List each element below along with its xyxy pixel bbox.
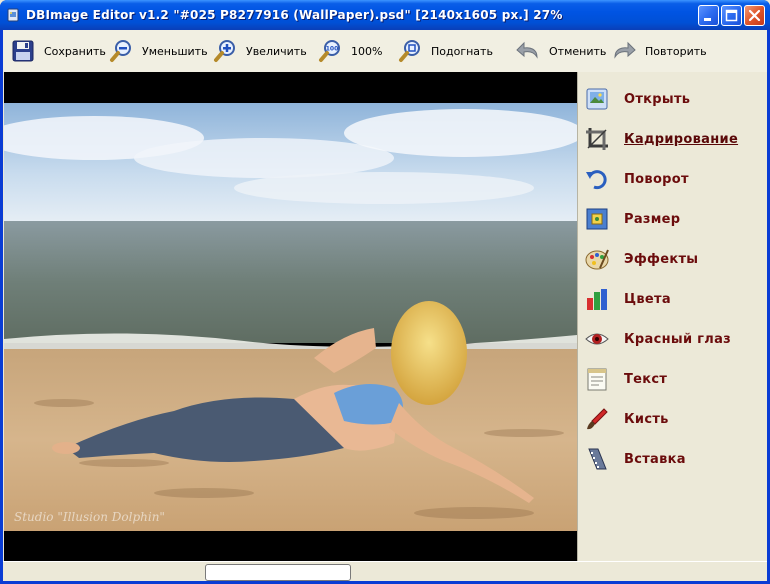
menu-item-crop[interactable]: Кадрирование [584,124,762,154]
image-canvas[interactable]: Studio "Illusion Dolphin" [4,72,577,561]
menu-label-open: Открыть [624,91,691,107]
app-icon [7,8,19,22]
status-bar [3,561,767,581]
open-image-icon [586,88,608,110]
menu-item-effects[interactable]: Эффекты [584,244,762,274]
menu-label-red-eye: Красный глаз [624,331,732,347]
zoom-100-label: 100% [351,44,383,58]
save-disk-icon [12,40,34,62]
menu-label-colors: Цвета [624,291,671,307]
menu-item-insert[interactable]: Вставка [584,444,762,474]
zoom-in-label: Увеличить [246,44,307,58]
rotate-icon [586,170,607,190]
maximize-icon [725,9,738,22]
zoom-out-icon [110,40,131,62]
menu-label-effects: Эффекты [624,251,699,267]
redo-arrow-icon [614,41,636,59]
toolbar: Сохранить Уменьшить Увеличить 100 100% П… [3,30,767,72]
beach-photo [4,103,577,531]
menu-item-text[interactable]: Текст [584,364,762,394]
window-title: DBImage Editor v1.2 "#025 P8277916 (Wall… [26,8,563,22]
resize-icon [586,208,608,230]
save-button[interactable]: Сохранить [11,38,106,64]
crop-icon [586,128,608,150]
save-label: Сохранить [44,44,106,58]
minimize-button[interactable] [698,5,719,26]
color-bars-icon [587,289,607,310]
close-icon [748,9,761,22]
fit-label: Подогнать [431,44,493,58]
undo-button[interactable]: Отменить [516,38,606,64]
zoom-actual-size-icon: 100 [319,40,340,62]
insert-film-icon [588,448,607,470]
menu-item-open[interactable]: Открыть [584,84,762,114]
menu-item-brush[interactable]: Кисть [584,404,762,434]
menu-label-rotate: Поворот [624,171,689,187]
fit-button[interactable]: Подогнать [398,38,493,64]
maximize-button[interactable] [721,5,742,26]
brush-icon [587,408,608,430]
zoom-100-button[interactable]: 100 100% [318,38,382,64]
close-button[interactable] [744,5,765,26]
photo-watermark: Studio "Illusion Dolphin" [14,510,165,524]
horizontal-scrollbar-thumb[interactable] [205,564,351,581]
menu-item-rotate[interactable]: Поворот [584,164,762,194]
title-bar[interactable]: DBImage Editor v1.2 "#025 P8277916 (Wall… [0,0,770,30]
app-window: DBImage Editor v1.2 "#025 P8277916 (Wall… [0,0,770,584]
menu-label-insert: Вставка [624,451,686,467]
undo-label: Отменить [549,44,607,58]
menu-label-resize: Размер [624,211,681,227]
zoom-in-button[interactable]: Увеличить [213,38,307,64]
zoom-fit-icon [399,40,420,62]
menu-label-crop: Кадрирование [624,131,739,147]
redo-label: Повторить [645,44,707,58]
zoom-in-icon [214,40,235,62]
undo-arrow-icon [516,41,538,59]
redo-button[interactable]: Повторить [612,38,707,64]
menu-label-brush: Кисть [624,411,669,427]
tools-side-menu: Открыть Кадрирование Поворот Размер Эффе… [577,72,767,561]
zoom-out-label: Уменьшить [142,44,208,58]
menu-item-resize[interactable]: Размер [584,204,762,234]
menu-label-text: Текст [624,371,668,387]
minimize-icon [704,18,711,21]
zoom-out-button[interactable]: Уменьшить [109,38,208,64]
red-eye-icon [585,333,609,345]
text-notepad-icon [587,368,607,391]
menu-item-colors[interactable]: Цвета [584,284,762,314]
effects-palette-icon [585,249,609,270]
client-area: Сохранить Уменьшить Увеличить 100 100% П… [3,30,767,581]
menu-item-red-eye[interactable]: Красный глаз [584,324,762,354]
